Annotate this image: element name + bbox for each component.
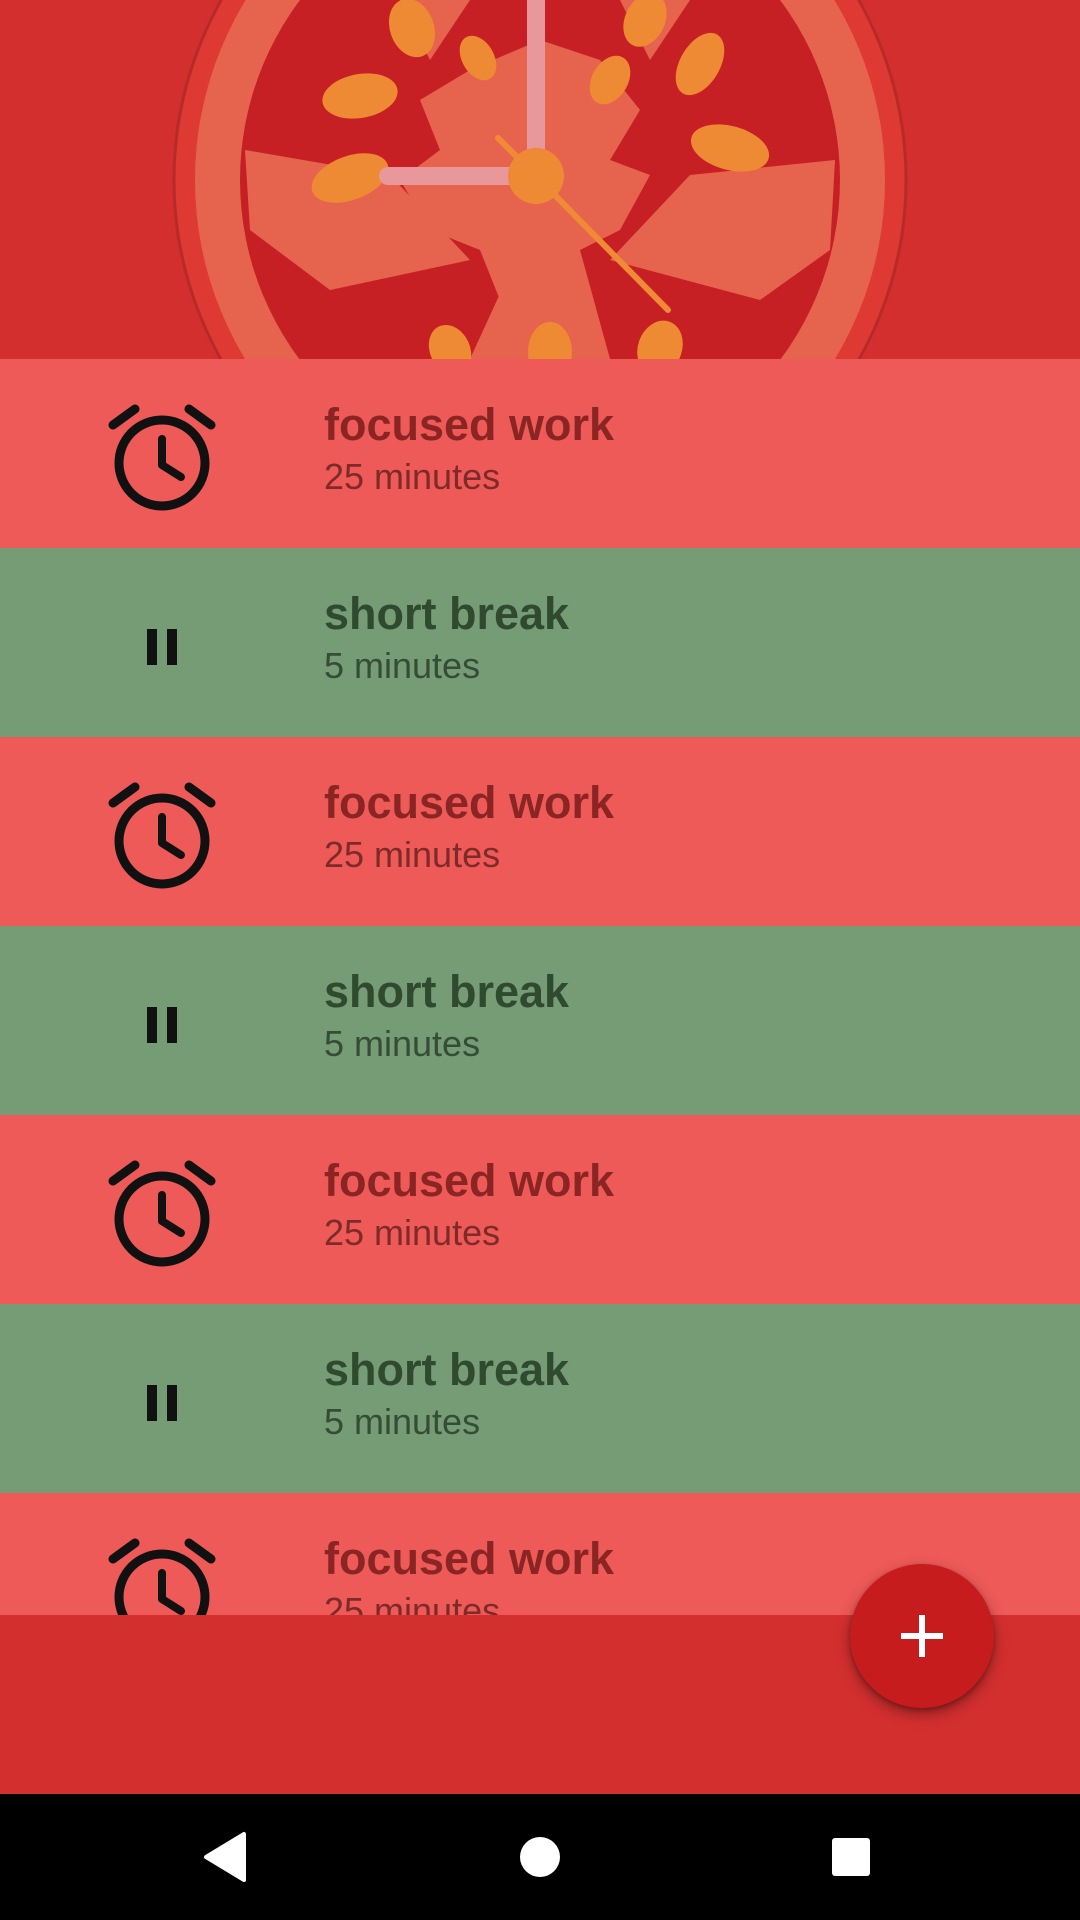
session-duration: 25 minutes xyxy=(324,834,501,875)
session-item[interactable]: short break 5 minutes xyxy=(0,548,1080,737)
alarm-clock-icon xyxy=(107,1537,217,1615)
session-item[interactable]: focused work 25 minutes xyxy=(0,737,1080,926)
system-navigation-bar xyxy=(0,1794,1080,1920)
session-title: focused work xyxy=(324,1533,615,1584)
back-triangle-icon xyxy=(204,1832,246,1882)
home-button[interactable] xyxy=(470,1794,610,1920)
session-title: short break xyxy=(324,1344,570,1395)
pause-icon xyxy=(107,970,217,1080)
add-session-button[interactable] xyxy=(850,1564,994,1708)
session-title: focused work xyxy=(324,1155,615,1206)
session-duration: 25 minutes xyxy=(324,1590,501,1615)
home-circle-icon xyxy=(520,1837,560,1877)
alarm-clock-icon xyxy=(107,1159,217,1269)
pause-icon xyxy=(107,1348,217,1458)
session-duration: 25 minutes xyxy=(324,456,501,497)
session-duration: 5 minutes xyxy=(324,645,481,686)
session-item[interactable]: focused work 25 minutes xyxy=(0,359,1080,548)
session-title: short break xyxy=(324,966,570,1017)
back-button[interactable] xyxy=(155,1794,295,1920)
alarm-clock-icon xyxy=(107,403,217,513)
session-item[interactable]: short break 5 minutes xyxy=(0,926,1080,1115)
session-duration: 25 minutes xyxy=(324,1212,501,1253)
pause-icon xyxy=(107,592,217,702)
tomato-clock-illustration xyxy=(172,0,908,359)
session-item[interactable]: short break 5 minutes xyxy=(0,1304,1080,1493)
header-banner xyxy=(0,0,1080,359)
plus-icon xyxy=(901,1615,943,1657)
recents-button[interactable] xyxy=(781,1794,921,1920)
session-title: short break xyxy=(324,588,570,639)
session-list[interactable]: focused work 25 minutes short break 5 mi… xyxy=(0,359,1080,1615)
session-duration: 5 minutes xyxy=(324,1023,481,1064)
session-title: focused work xyxy=(324,777,615,828)
alarm-clock-icon xyxy=(107,781,217,891)
session-title: focused work xyxy=(324,399,615,450)
session-duration: 5 minutes xyxy=(324,1401,481,1442)
session-item[interactable]: focused work 25 minutes xyxy=(0,1115,1080,1304)
recents-square-icon xyxy=(832,1838,870,1876)
